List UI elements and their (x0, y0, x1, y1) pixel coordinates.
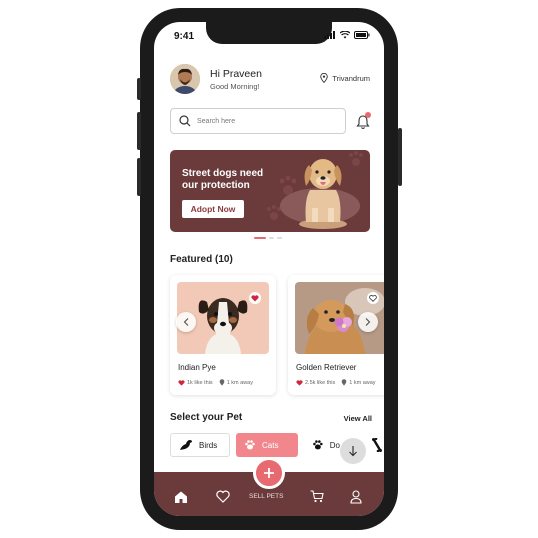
search-input[interactable]: Search here (197, 118, 235, 125)
chevron-right-icon (365, 318, 371, 326)
banner-title-line2: our protection (182, 180, 250, 191)
likes-info: 2.5k like this (296, 380, 335, 386)
battery-icon (354, 31, 370, 39)
cart-icon[interactable] (310, 490, 324, 503)
status-icons (324, 31, 370, 39)
puppy-image (299, 159, 347, 229)
pet-card[interactable]: Indian Pye 1k like this 1 km away (170, 275, 276, 395)
favorite-button[interactable] (367, 292, 379, 304)
carousel-indicator (254, 237, 282, 239)
search-icon (179, 115, 191, 127)
carousel-dot[interactable] (269, 237, 274, 239)
select-pet-title: Select your Pet (170, 412, 243, 423)
heart-filled-icon (251, 294, 259, 301)
location-label: Trivandrum (332, 73, 370, 83)
heart-filled-icon (178, 379, 185, 386)
banner-title: Street dogs need our protection (182, 168, 263, 192)
plus-icon (264, 468, 274, 478)
greeting-text: Hi Praveen (210, 68, 262, 80)
search-bar[interactable]: Search here (170, 108, 346, 134)
pet-meta: 1k like this 1 km away (178, 379, 253, 386)
chevron-left-icon (183, 318, 189, 326)
pet-name: Indian Pye (178, 363, 216, 372)
distance-info: 1 km away (219, 379, 253, 386)
pet-chip-birds[interactable]: Birds (170, 433, 230, 457)
location-pin-icon (320, 73, 329, 83)
pet-chip-cats[interactable]: Cats (236, 433, 298, 457)
view-all-link[interactable]: View All (344, 414, 372, 423)
notch (206, 22, 332, 44)
location-pin-icon (219, 379, 224, 386)
home-icon[interactable] (174, 490, 188, 504)
app-screen: 9:41 Hi Praveen Good Morning! Trivandrum… (154, 22, 384, 516)
pet-chip-label: Cats (262, 440, 279, 450)
status-time: 9:41 (174, 31, 195, 42)
promo-banner[interactable]: Street dogs need our protection Adopt No… (170, 150, 370, 232)
pet-chip-label: Do (329, 440, 340, 450)
signal-icon (324, 31, 335, 39)
carousel-prev-button[interactable] (176, 312, 196, 332)
phone-side-button (137, 78, 141, 100)
likes-count: 2.5k like this (305, 379, 336, 386)
pet-meta: 2.5k like this 1 km away (296, 379, 376, 386)
likes-count: 1k like this (187, 379, 213, 386)
adopt-now-button[interactable]: Adopt Now (182, 200, 244, 218)
carousel-next-button[interactable] (358, 312, 378, 332)
bone-icon (372, 438, 382, 452)
featured-title: Featured (10) (170, 254, 233, 265)
profile-icon[interactable] (350, 490, 362, 504)
bird-icon (180, 440, 192, 450)
phone-power-button (398, 128, 402, 186)
likes-info: 1k like this (178, 380, 213, 386)
carousel-dot[interactable] (277, 237, 282, 239)
pet-card[interactable]: Golden Retriever 2.5k like this 1 km awa… (288, 275, 384, 395)
greeting-subtitle: Good Morning! (210, 82, 260, 91)
paw-icon (313, 440, 323, 450)
pet-name: Golden Retriever (296, 363, 357, 372)
banner-title-line1: Street dogs need (182, 168, 264, 179)
paw-icon (245, 440, 255, 450)
wifi-icon (340, 31, 350, 39)
notification-bell[interactable] (356, 112, 371, 130)
scroll-down-button[interactable] (340, 438, 366, 464)
distance-value: 1 km away (226, 379, 253, 386)
phone-side-button (137, 158, 141, 196)
distance-value: 1 km away (349, 379, 376, 386)
heart-outline-icon (369, 294, 377, 302)
sell-pets-button[interactable] (253, 457, 285, 489)
avatar[interactable] (170, 64, 200, 94)
location-pin-icon (341, 379, 347, 386)
heart-outline-icon[interactable] (216, 490, 230, 503)
phone-side-button (137, 112, 141, 150)
arrow-down-icon (349, 446, 357, 457)
favorite-button[interactable] (249, 292, 261, 304)
distance-info: 1 km away (341, 379, 376, 386)
location-selector[interactable]: Trivandrum (320, 73, 370, 83)
heart-filled-icon (296, 379, 303, 386)
notification-dot (365, 112, 371, 118)
pet-chip-label: Birds (199, 440, 218, 450)
carousel-dot[interactable] (254, 237, 266, 239)
sell-pets-label: SELL PETS (249, 493, 284, 500)
